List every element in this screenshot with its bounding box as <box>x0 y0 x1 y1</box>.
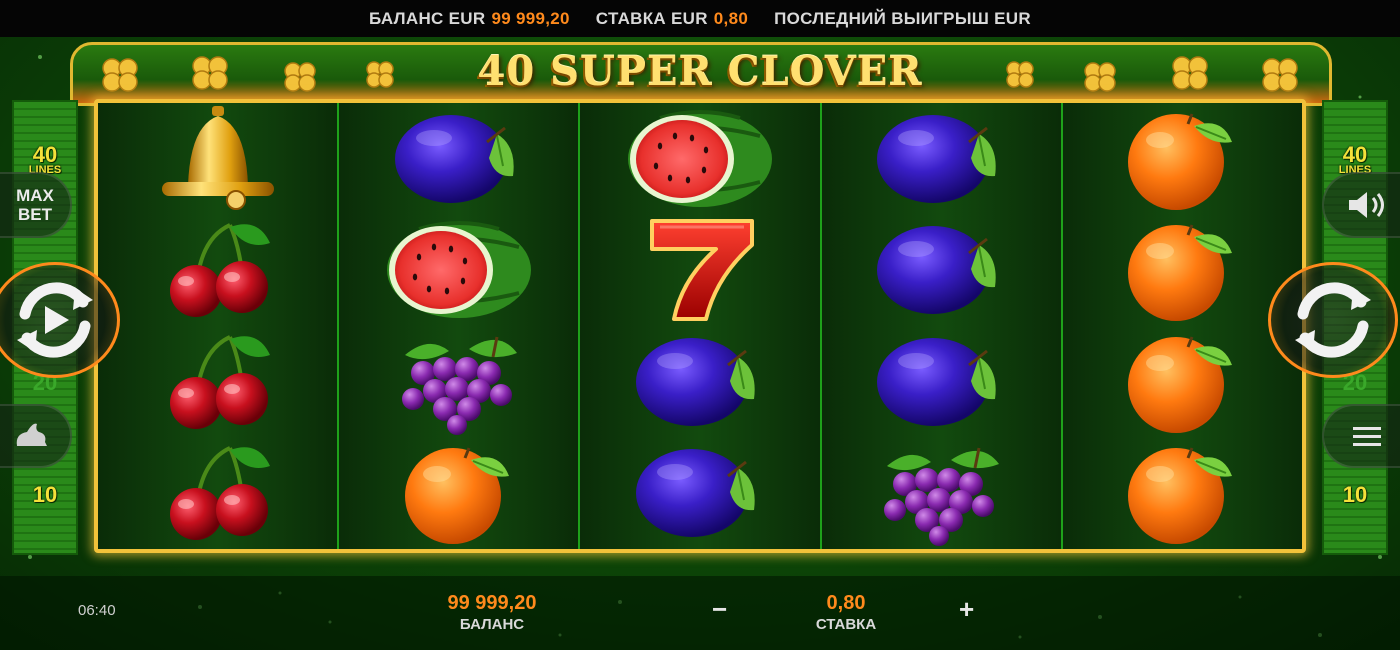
spin-button-left[interactable] <box>0 262 120 378</box>
reel-cell <box>339 215 578 327</box>
reel-cell <box>98 326 337 438</box>
top-balance: БАЛАНС EUR 99 999,20 <box>369 9 570 29</box>
plum-symbol-icon <box>379 106 539 212</box>
bell-symbol-icon <box>138 106 298 212</box>
cherry-symbol-icon <box>138 217 298 323</box>
clock: 06:40 <box>78 602 116 619</box>
orange-symbol-icon <box>1102 106 1262 212</box>
top-balance-label: БАЛАНС EUR <box>369 8 486 28</box>
reel-cell <box>822 103 1061 215</box>
reel-cell <box>1063 438 1302 550</box>
game-title: 40 SUPER CLOVER <box>477 48 923 95</box>
lines-count-right: 40 LINES <box>1324 142 1386 176</box>
balance-label: БАЛАНС <box>459 616 525 633</box>
reel-cell <box>339 326 578 438</box>
orange-symbol-icon <box>1102 440 1262 546</box>
sound-button[interactable] <box>1322 172 1400 238</box>
speaker-icon <box>1349 192 1384 218</box>
balance-value: 99 999,20 <box>447 592 537 614</box>
reel-cell <box>822 326 1061 438</box>
spin-arrows-icon <box>1295 282 1371 358</box>
reel-cell <box>98 438 337 550</box>
top-bet-value: 0,80 <box>713 8 749 28</box>
lines-count-left: 40 LINES <box>14 142 76 176</box>
spin-button-right[interactable] <box>1268 262 1398 378</box>
turbo-button[interactable] <box>0 404 72 468</box>
reel-cell <box>1063 326 1302 438</box>
reel-1 <box>98 103 340 550</box>
plum-symbol-icon <box>861 329 1021 435</box>
reel-cell <box>580 438 819 550</box>
top-bet: СТАВКА EUR 0,80 <box>596 9 748 29</box>
bet-display: 0,80 СТАВКА <box>786 592 906 633</box>
spin-play-icon <box>17 282 93 358</box>
lines-10-left: 10 <box>32 482 58 507</box>
reel-cell <box>580 215 819 327</box>
bottom-bar <box>0 576 1400 650</box>
watermelon-symbol-icon <box>379 217 539 323</box>
reel-cell <box>339 103 578 215</box>
balance-display: 99 999,20 БАЛАНС <box>412 592 572 633</box>
reel-cell <box>98 215 337 327</box>
orange-symbol-icon <box>1102 217 1262 323</box>
reel-2 <box>339 103 581 550</box>
top-bet-label: СТАВКА EUR <box>595 8 708 28</box>
max-bet-button[interactable]: MAX BET <box>0 172 72 238</box>
reel-cell <box>580 326 819 438</box>
reel-cell <box>98 103 337 215</box>
max-bet-label-2: BET <box>18 205 52 224</box>
plum-symbol-icon <box>620 329 780 435</box>
reels-area <box>94 99 1306 553</box>
reel-5 <box>1062 103 1303 550</box>
cherry-symbol-icon <box>138 440 298 546</box>
reel-cell <box>822 438 1061 550</box>
watermelon-symbol-icon <box>620 106 780 212</box>
bet-label: СТАВКА <box>815 616 877 633</box>
grapes-symbol-icon <box>379 329 539 435</box>
plum-symbol-icon <box>861 106 1021 212</box>
plum-symbol-icon <box>861 217 1021 323</box>
reel-cell <box>580 103 819 215</box>
cherry-symbol-icon <box>138 329 298 435</box>
reel-4 <box>821 103 1063 550</box>
reel-cell <box>822 215 1061 327</box>
lines-10-right: 10 <box>1342 482 1368 507</box>
menu-button[interactable] <box>1322 404 1400 468</box>
rabbit-icon <box>16 423 47 446</box>
hamburger-menu-icon <box>1353 427 1381 446</box>
decrease-bet-button[interactable]: − <box>712 594 727 625</box>
seven-symbol-icon <box>620 217 780 323</box>
reel-cell <box>1063 215 1302 327</box>
top-balance-value: 99 999,20 <box>491 8 570 28</box>
increase-bet-button[interactable]: + <box>959 594 974 625</box>
orange-symbol-icon <box>379 440 539 546</box>
orange-symbol-icon <box>1102 329 1262 435</box>
bet-value: 0,80 <box>826 592 866 614</box>
reel-3 <box>580 103 822 550</box>
top-info-bar: БАЛАНС EUR 99 999,20 СТАВКА EUR 0,80 ПОСЛЕ… <box>0 0 1400 37</box>
top-last-win-label: ПОСЛЕДНИЙ ВЫИГРЫШ EUR <box>774 8 1031 28</box>
reel-cell <box>1063 103 1302 215</box>
plum-symbol-icon <box>620 440 780 546</box>
grapes-symbol-icon <box>861 440 1021 546</box>
max-bet-label-1: MAX <box>16 186 54 205</box>
reel-cell <box>339 438 578 550</box>
